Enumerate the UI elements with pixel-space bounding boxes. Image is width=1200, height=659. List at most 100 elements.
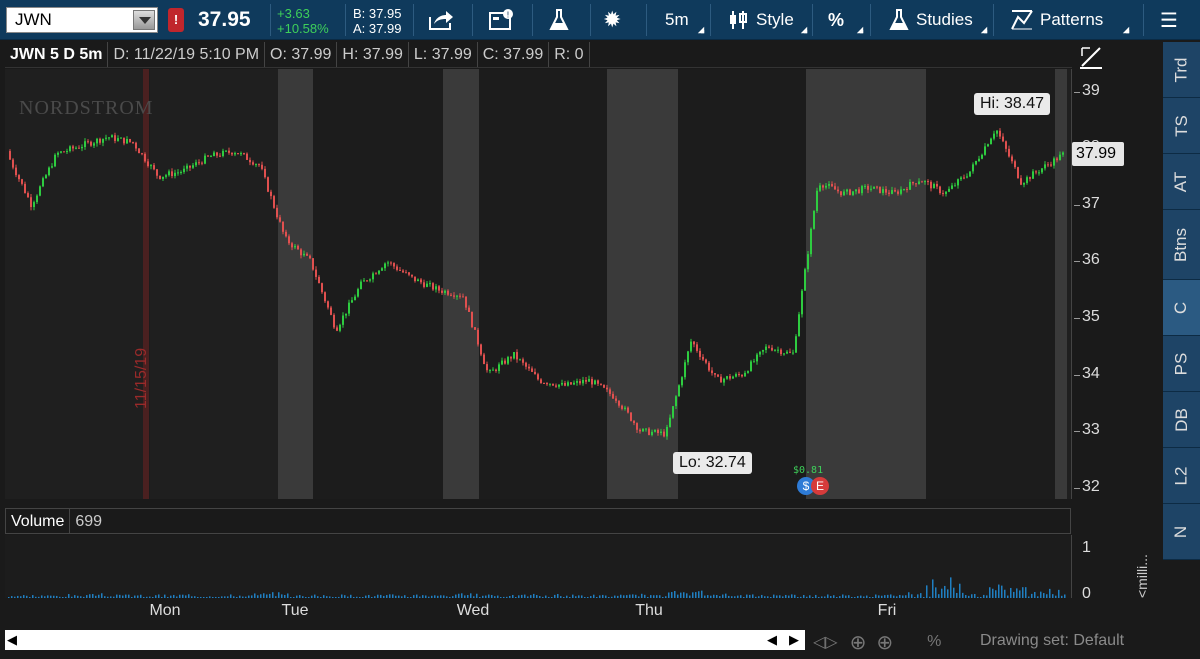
scroll-right-arrow-icon[interactable]: ▶ [789, 632, 799, 648]
symbol-value: JWN [15, 10, 52, 29]
candle-body [843, 191, 845, 196]
crosshair-icon[interactable]: ⊕ [850, 630, 867, 655]
candle-body [318, 276, 320, 284]
time-axis[interactable]: Mon Tue Wed Thu Fri [5, 598, 1071, 626]
scroll-left-step-icon[interactable]: ◀ [767, 632, 777, 648]
candle-body [741, 374, 743, 377]
scroll-left-arrow-icon[interactable]: ◀ [7, 632, 17, 648]
toolbar: JWN ! 37.95 +3.63 +10.58% B: 37.95 A: 37… [0, 0, 1200, 40]
candle-body [63, 151, 65, 153]
volume-label[interactable]: Volume [6, 509, 71, 533]
candle-body [1047, 164, 1049, 166]
volume-bar [1025, 587, 1027, 598]
candle-body [1020, 178, 1022, 185]
symbol-dropdown-button[interactable] [133, 10, 155, 30]
alert-badge[interactable]: ! [168, 8, 184, 32]
toolbar-separator [646, 4, 647, 36]
volume-bar [953, 587, 955, 598]
candle-body [834, 186, 836, 190]
regular-session-band [150, 69, 278, 499]
patterns-label: Patterns [1040, 10, 1104, 29]
candle-body [300, 249, 302, 256]
volume-bar [944, 585, 946, 598]
studies-dropdown[interactable]: Studies [888, 0, 978, 40]
candle-body [801, 290, 803, 315]
candle-body [522, 359, 524, 363]
candle-body [954, 185, 956, 187]
candle-body [447, 290, 449, 295]
candle-body [90, 141, 92, 146]
side-tab-c[interactable]: C [1163, 280, 1200, 336]
dividend-event-icon[interactable]: E [811, 477, 829, 495]
candle-body [1032, 171, 1034, 179]
price-axis[interactable]: 3233343536373839 [1071, 69, 1163, 499]
candle-body [486, 364, 488, 371]
candle-body [258, 164, 260, 166]
candle-body [966, 176, 968, 178]
candle-body [639, 429, 641, 432]
side-tab-at[interactable]: AT [1163, 154, 1200, 210]
side-tab-ts[interactable]: TS [1163, 98, 1200, 154]
volume-bar [998, 584, 1000, 598]
flask-icon [889, 9, 909, 30]
candle-body [147, 161, 149, 167]
side-tab-ps[interactable]: PS [1163, 336, 1200, 392]
candle-body [513, 352, 515, 359]
candle-body [945, 191, 947, 194]
candle-body [459, 295, 461, 297]
low-callout: Lo: 32.74 [673, 452, 752, 474]
symbol-input[interactable]: JWN [6, 7, 158, 33]
drawing-set-selector[interactable]: Drawing set: Default [980, 632, 1124, 650]
percent-icon[interactable]: % [927, 633, 941, 651]
candle-body [1062, 152, 1064, 155]
last-price: 37.95 [198, 8, 251, 31]
candle-body [924, 181, 926, 183]
expand-icon[interactable]: ◁▷ [813, 632, 838, 652]
volume-bar [941, 588, 943, 598]
candle-body [153, 165, 155, 170]
candle-body [660, 431, 662, 433]
candle-body [222, 150, 224, 157]
candle-body [360, 281, 362, 290]
candle-body [30, 197, 32, 208]
candle-body [408, 272, 410, 275]
candle-body [132, 141, 134, 143]
share-button[interactable] [428, 0, 458, 40]
price-chart-panel[interactable]: NORDSTROM 11/15/19 Hi: 38.47 Lo: 32.74 $… [5, 69, 1071, 499]
drawing-tool-icon[interactable] [1078, 44, 1104, 70]
candle-body [54, 154, 56, 167]
side-tab-n[interactable]: N [1163, 504, 1200, 560]
chart-title[interactable]: JWN 5 D 5m [5, 42, 109, 67]
percent-mode-button[interactable]: % [828, 0, 854, 40]
lab-button[interactable] [548, 0, 578, 40]
candle-body [240, 153, 242, 155]
side-tab-label: DB [1171, 407, 1191, 432]
news-button[interactable]: ! [488, 0, 518, 40]
candle-body [126, 138, 128, 144]
candle-body [342, 315, 344, 325]
prior-date-band [143, 69, 149, 499]
candle-body [264, 168, 266, 178]
candle-body [603, 384, 605, 388]
candle-body [999, 130, 1001, 137]
side-tab-db[interactable]: DB [1163, 392, 1200, 448]
settings-button[interactable]: ✹ [603, 0, 629, 40]
style-dropdown[interactable]: Style [728, 0, 798, 40]
candle-body [981, 154, 983, 159]
side-tab-trd[interactable]: Trd [1163, 42, 1200, 98]
patterns-dropdown[interactable]: Patterns [1010, 0, 1120, 40]
side-tab-btns[interactable]: Btns [1163, 210, 1200, 280]
candle-body [348, 302, 350, 314]
zoom-icon[interactable]: ⊕ [876, 630, 893, 655]
candle-body [228, 150, 230, 153]
side-tab-label: AT [1171, 171, 1191, 192]
menu-button[interactable]: ☰ [1160, 0, 1184, 40]
candle-body [600, 383, 602, 385]
horizontal-scrollbar[interactable]: ◀ ◀ ▶ [5, 630, 805, 650]
candle-body [942, 193, 944, 195]
volume-chart-panel[interactable] [5, 535, 1071, 598]
candle-body [27, 193, 29, 198]
candle-body [837, 189, 839, 192]
side-tab-l2[interactable]: L2 [1163, 448, 1200, 504]
aggregation-dropdown[interactable]: 5m [665, 0, 695, 40]
